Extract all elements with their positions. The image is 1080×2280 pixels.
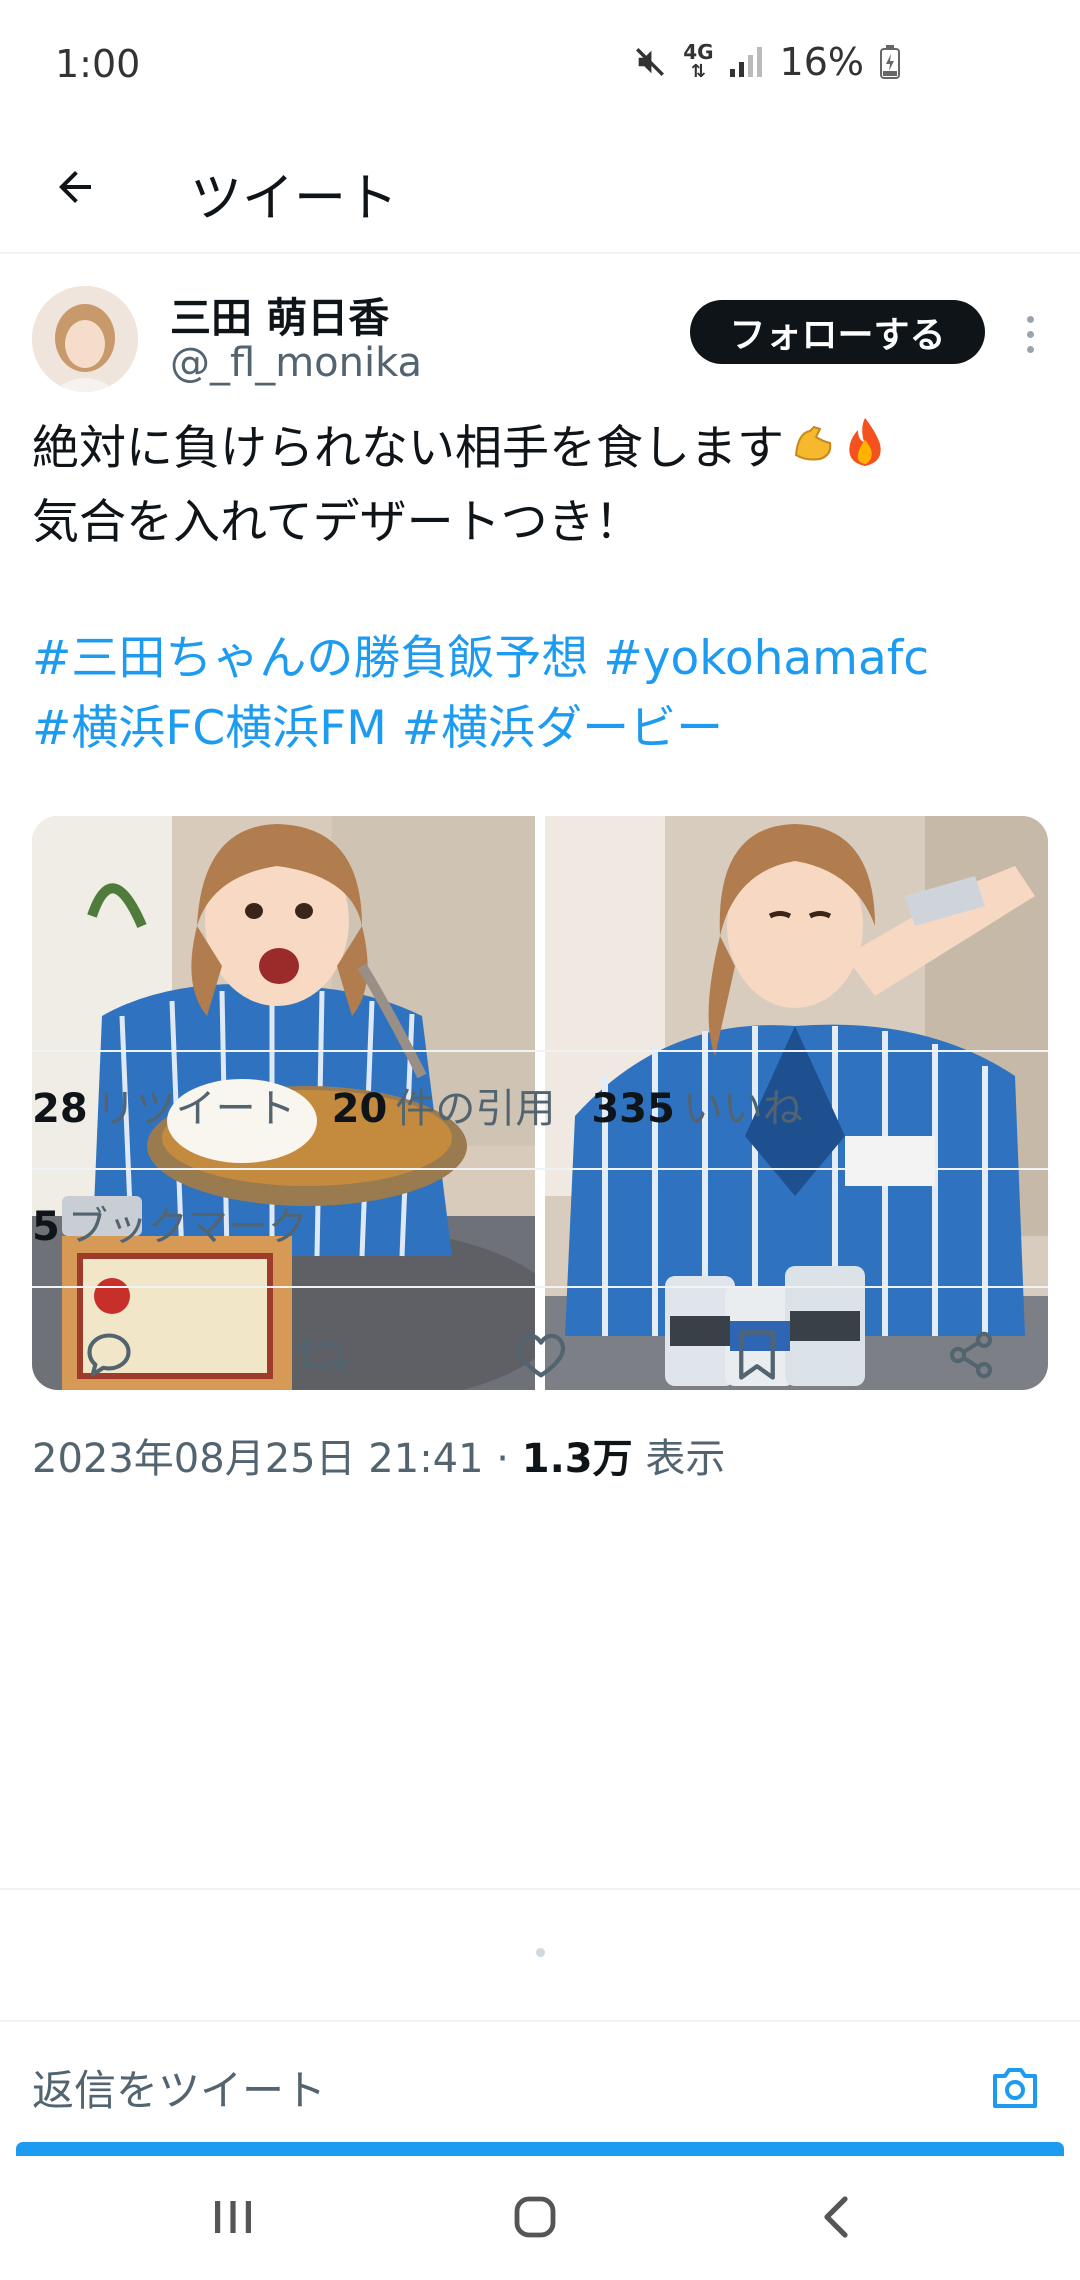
bookmark-button[interactable] xyxy=(724,1322,790,1388)
status-bar: 1:00 4G ⇅ 16% xyxy=(0,0,1080,120)
more-dot xyxy=(1026,345,1034,353)
meta-separator: · xyxy=(483,1436,522,1482)
page-title: ツイート xyxy=(190,169,399,229)
retweet-icon xyxy=(297,1340,349,1370)
recents-icon xyxy=(215,2201,251,2233)
likes-label: いいね xyxy=(682,1086,803,1132)
author-handle[interactable]: @_fl_monika xyxy=(170,340,422,386)
recents-button[interactable] xyxy=(188,2172,278,2262)
app-header: ツイート xyxy=(0,120,1080,254)
home-button[interactable] xyxy=(490,2172,580,2262)
camera-icon xyxy=(993,2068,1037,2108)
section-divider xyxy=(0,1888,1080,1890)
signal-icon xyxy=(729,47,764,77)
divider xyxy=(32,1050,1048,1052)
likes-count: 335 xyxy=(591,1086,675,1132)
divider xyxy=(32,1168,1048,1170)
quotes-label: 件の引用 xyxy=(395,1086,556,1132)
views-count: 1.3万 xyxy=(521,1436,633,1482)
stats-row: 28 リツイート 20 件の引用 335 いいね xyxy=(32,1076,803,1134)
likes-stat[interactable]: 335 いいね xyxy=(591,1076,803,1134)
tweet-meta: 2023年08月25日 21:41 · 1.3万 表示 xyxy=(32,1426,725,1484)
camera-button[interactable] xyxy=(985,2060,1045,2116)
system-nav-bar xyxy=(0,2156,1080,2280)
reply-button[interactable] xyxy=(76,1322,142,1388)
battery-percent: 16% xyxy=(779,40,864,84)
loading-indicator xyxy=(536,1948,545,1957)
retweet-button[interactable] xyxy=(290,1322,356,1388)
reply-input[interactable] xyxy=(32,2060,932,2120)
arrow-left-icon xyxy=(59,171,91,203)
bookmarks-stat[interactable]: 5 ブックマーク xyxy=(32,1194,308,1252)
flexed-biceps-emoji xyxy=(790,417,836,487)
status-icons: 4G ⇅ 16% xyxy=(633,40,900,84)
bookmarks-label: ブックマーク xyxy=(67,1204,308,1250)
hashtag-line-2[interactable]: #横浜FC横浜FM #横浜ダービー xyxy=(32,694,1052,764)
retweets-stat[interactable]: 28 リツイート xyxy=(32,1076,296,1134)
network-type-icon: 4G ⇅ xyxy=(683,40,714,82)
divider xyxy=(32,1286,1048,1288)
retweets-label: リツイート xyxy=(95,1086,296,1132)
back-button[interactable] xyxy=(40,152,110,222)
quotes-count: 20 xyxy=(331,1086,388,1132)
mute-icon xyxy=(633,45,667,79)
share-button[interactable] xyxy=(938,1322,1004,1388)
status-time: 1:00 xyxy=(55,42,141,86)
views-label: 表示 xyxy=(632,1436,726,1482)
avatar[interactable] xyxy=(32,286,138,392)
tweet-text: 絶対に負けられない相手を食します 気合を入れてデザートつき！ xyxy=(32,414,1052,558)
battery-icon xyxy=(880,45,900,79)
more-options-button[interactable] xyxy=(1010,304,1050,364)
more-dot xyxy=(1026,330,1034,338)
system-back-button[interactable] xyxy=(792,2172,882,2262)
follow-button[interactable]: フォローする xyxy=(690,300,985,364)
tweet-actions xyxy=(0,1300,1080,1410)
bookmark-icon xyxy=(739,1330,775,1380)
like-icon xyxy=(516,1333,566,1378)
share-icon xyxy=(949,1331,993,1379)
bookmarks-count: 5 xyxy=(32,1204,60,1250)
hashtags: #三田ちゃんの勝負飯予想 #yokohamafc #横浜FC横浜FM #横浜ダー… xyxy=(32,624,1052,764)
reply-composer xyxy=(0,2020,1080,2150)
quotes-stat[interactable]: 20 件の引用 xyxy=(332,1076,556,1134)
network-type-label: 4G xyxy=(683,40,714,64)
fire-emoji xyxy=(842,416,888,488)
back-icon xyxy=(824,2196,848,2238)
tweet-timestamp[interactable]: 2023年08月25日 21:41 xyxy=(32,1436,484,1482)
more-dot xyxy=(1026,315,1034,323)
author-name[interactable]: 三田 萌日香 xyxy=(170,284,389,344)
home-icon xyxy=(514,2196,556,2238)
reply-icon xyxy=(87,1333,131,1377)
hashtag-line-1[interactable]: #三田ちゃんの勝負飯予想 #yokohamafc xyxy=(32,624,1052,694)
compose-accent-bar xyxy=(16,2142,1064,2156)
tweet-text-line-1: 絶対に負けられない相手を食します xyxy=(32,421,784,476)
tweet-text-line: 絶対に負けられない相手を食します xyxy=(32,414,1052,488)
tweet-text-line-2: 気合を入れてデザートつき！ xyxy=(32,494,642,550)
retweets-count: 28 xyxy=(32,1086,88,1132)
like-button[interactable] xyxy=(508,1322,574,1388)
